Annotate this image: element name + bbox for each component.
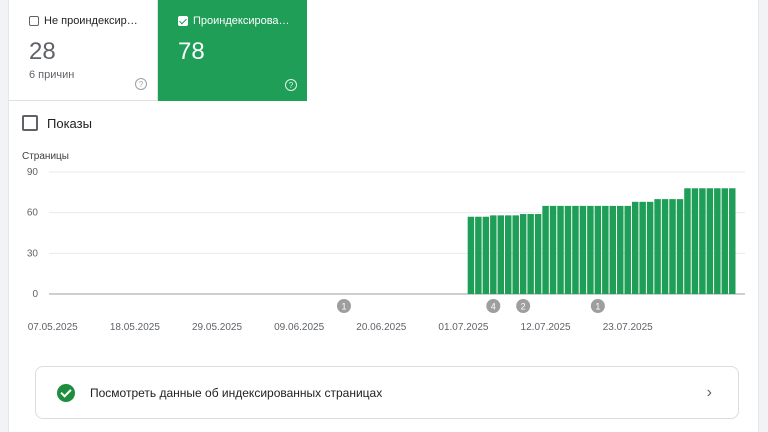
bar — [721, 188, 729, 294]
bar — [594, 205, 602, 294]
bar — [490, 215, 497, 294]
impressions-toggle-label: Показы — [47, 115, 92, 131]
tile-indexed-header[interactable]: Проиндексирова… — [178, 15, 290, 27]
tile-not-indexed-count: 28 — [29, 38, 56, 65]
x-tick-label: 12.07.2025 — [521, 322, 571, 333]
bar — [691, 188, 699, 294]
annotation-label: 4 — [491, 302, 496, 312]
tile-not-indexed-label: Не проиндексир… — [44, 15, 138, 27]
check-circle-icon — [57, 383, 75, 402]
bar — [527, 214, 534, 294]
tile-indexed-count: 78 — [178, 38, 205, 65]
bar — [505, 215, 512, 294]
x-tick-label: 07.05.2025 — [28, 322, 78, 333]
bar — [676, 199, 684, 294]
help-icon[interactable]: ? — [135, 78, 147, 90]
bar — [512, 215, 519, 294]
bar — [497, 215, 505, 294]
y-tick-label: 0 — [32, 289, 38, 300]
bar — [631, 201, 639, 294]
y-tick-label: 90 — [27, 167, 39, 178]
bar — [542, 205, 549, 294]
bar — [661, 199, 669, 294]
bar — [684, 188, 691, 294]
bar — [587, 205, 594, 294]
y-tick-label: 60 — [27, 208, 39, 219]
bar — [639, 201, 646, 294]
bar — [669, 199, 676, 294]
bar — [609, 205, 617, 294]
x-tick-label: 23.07.2025 — [603, 322, 653, 333]
view-indexed-pages-link[interactable]: Посмотреть данные об индексированных стр… — [35, 366, 739, 419]
annotation-label: 1 — [595, 302, 600, 312]
bar — [624, 205, 631, 294]
bar — [729, 188, 736, 294]
checkbox-icon[interactable] — [29, 16, 39, 26]
bar — [617, 205, 624, 294]
bar — [482, 216, 490, 294]
x-tick-label: 20.06.2025 — [356, 322, 406, 333]
annotation-label: 2 — [521, 302, 526, 312]
bar — [475, 216, 482, 294]
tile-not-indexed-reasons: 6 причин — [29, 69, 75, 81]
checkbox-checked-icon[interactable] — [178, 16, 188, 26]
tile-not-indexed[interactable]: Не проиндексир… 28 6 причин ? — [9, 0, 158, 101]
bar — [557, 205, 564, 294]
bar — [549, 205, 557, 294]
x-tick-label: 01.07.2025 — [438, 322, 488, 333]
x-tick-label: 09.06.2025 — [274, 322, 324, 333]
impressions-toggle[interactable]: Показы — [22, 115, 92, 131]
bar — [572, 205, 579, 294]
tile-indexed[interactable]: Проиндексирова… 78 ? — [158, 0, 307, 101]
annotation-label: 1 — [341, 302, 346, 312]
bar — [519, 214, 527, 294]
bar — [564, 205, 572, 294]
x-tick-label: 18.05.2025 — [110, 322, 160, 333]
index-report-card: Не проиндексир… 28 6 причин ? Проиндекси… — [9, 0, 758, 432]
view-indexed-pages-text: Посмотреть данные об индексированных стр… — [90, 385, 383, 400]
chevron-right-icon[interactable]: › — [707, 384, 712, 402]
y-tick-label: 30 — [27, 248, 39, 259]
tile-indexed-label: Проиндексирова… — [193, 15, 290, 27]
bar — [706, 188, 714, 294]
bar — [579, 205, 587, 294]
help-icon[interactable]: ? — [285, 79, 297, 91]
bar — [534, 214, 542, 294]
indexed-pages-chart: 90 60 30 0 07.05.2025 18.05.2025 29.05.2025 09.… — [27, 167, 745, 333]
bar — [602, 205, 609, 294]
bar — [714, 188, 721, 294]
bar — [699, 188, 706, 294]
bar — [467, 216, 475, 294]
bar — [654, 199, 661, 294]
tile-not-indexed-header[interactable]: Не проиндексир… — [29, 15, 138, 27]
checkbox-icon[interactable] — [22, 115, 38, 131]
bar — [646, 201, 654, 294]
x-tick-label: 29.05.2025 — [192, 322, 242, 333]
